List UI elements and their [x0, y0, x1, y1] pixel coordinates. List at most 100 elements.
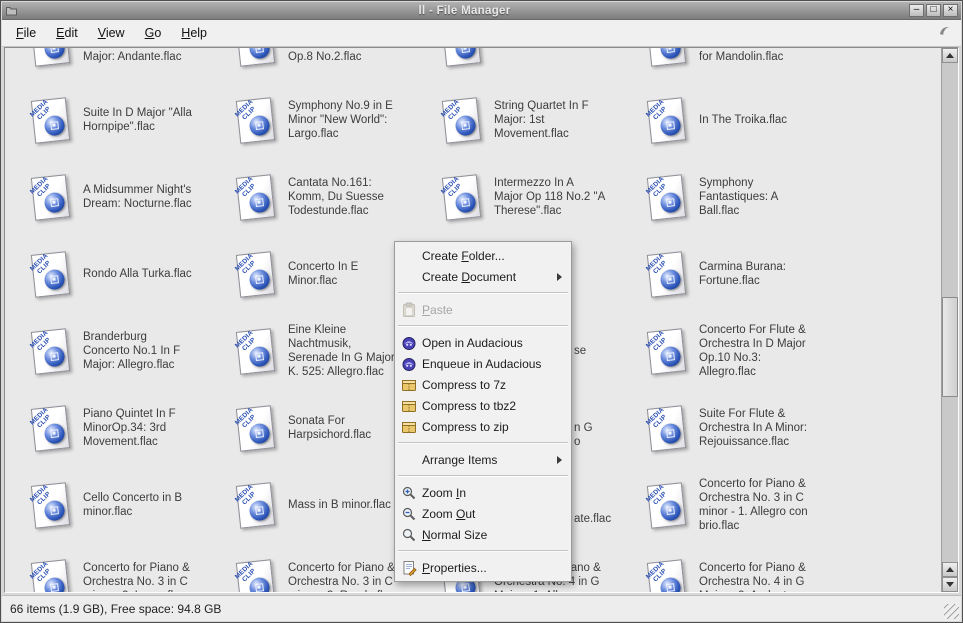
- media-clip-emblem: [660, 115, 682, 137]
- menu-item-open-in-audacious[interactable]: Open in Audacious: [396, 332, 570, 353]
- file-page: MEDIA CLIP: [647, 482, 686, 528]
- menu-item-compress-to-tbz2[interactable]: Compress to tbz2: [396, 395, 570, 416]
- film-frame-icon: [50, 198, 59, 207]
- film-frame-icon: [666, 429, 675, 438]
- paste-icon: [400, 302, 417, 318]
- film-frame-icon: [461, 48, 470, 53]
- menu-icon-placeholder: [400, 452, 417, 468]
- file-item[interactable]: MEDIA CLIPCantata No.161:Komm, Du Suesse…: [235, 174, 384, 220]
- file-item[interactable]: MEDIA CLIPCello Concerto in Bminor.flac: [30, 482, 182, 528]
- menu-view[interactable]: View: [88, 21, 135, 45]
- file-item[interactable]: MEDIA CLIPMajor: Andante.flac: [30, 48, 181, 66]
- menu-edit[interactable]: Edit: [46, 21, 88, 45]
- menu-item-enqueue-in-audacious[interactable]: Enqueue in Audacious: [396, 353, 570, 374]
- file-label: Intermezzo In AMajor Op 118 No.2 "AThere…: [494, 176, 605, 218]
- file-item[interactable]: MEDIA CLIPOp.8 No.2.flac: [235, 48, 362, 66]
- film-frame-icon: [255, 275, 264, 284]
- file-item[interactable]: MEDIA CLIP Intermezzo In AMajor Op 118 No…: [441, 174, 605, 220]
- input-method-icon[interactable]: [938, 24, 951, 42]
- film-frame-icon: [50, 583, 59, 592]
- film-frame-icon: [666, 121, 675, 130]
- menu-icon-placeholder: [400, 248, 417, 264]
- menu-item-zoom-out[interactable]: Zoom Out: [396, 503, 570, 524]
- file-page: MEDIA CLIP: [31, 328, 70, 374]
- scroll-up-button[interactable]: [942, 48, 958, 63]
- menu-item-properties[interactable]: Properties...: [396, 557, 570, 578]
- menu-item-label: Compress to zip: [422, 420, 564, 434]
- media-clip-file-icon: MEDIA CLIP: [235, 328, 275, 374]
- file-item[interactable]: MEDIA CLIP Symphony No.9 in EMinor "New W…: [235, 97, 393, 143]
- file-item[interactable]: MEDIA CLIPConcerto for Piano &Orchestra …: [235, 559, 395, 592]
- resize-grip[interactable]: [944, 604, 959, 619]
- menu-item-compress-to-zip[interactable]: Compress to zip: [396, 416, 570, 437]
- media-clip-file-icon: MEDIA CLIP: [441, 48, 481, 66]
- titlebar[interactable]: ll - File Manager –□×: [2, 2, 961, 20]
- file-label: A Midsummer Night'sDream: Nocturne.flac: [83, 183, 192, 211]
- menu-item-compress-to-7z[interactable]: Compress to 7z: [396, 374, 570, 395]
- file-item[interactable]: MEDIA CLIPCarmina Burana:Fortune.flac: [646, 251, 786, 297]
- menu-separator: [398, 442, 568, 444]
- properties-icon: [400, 560, 417, 576]
- file-item[interactable]: MEDIA CLIP: [441, 48, 494, 66]
- media-clip-file-icon: MEDIA CLIP: [235, 97, 275, 143]
- file-label-fragment: o: [574, 435, 580, 449]
- file-label: Symphony No.9 in EMinor "New World":Larg…: [288, 99, 393, 141]
- scroll-up-button-bottom[interactable]: [942, 562, 958, 577]
- maximize-button[interactable]: □: [926, 4, 941, 17]
- menu-separator: [398, 475, 568, 477]
- file-item[interactable]: MEDIA CLIP Sonata ForHarpsichord.flac: [235, 405, 371, 451]
- arrow-down-icon: [946, 582, 954, 587]
- file-page: MEDIA CLIP: [647, 328, 686, 374]
- media-clip-file-icon: MEDIA CLIP: [235, 405, 275, 451]
- file-item[interactable]: MEDIA CLIPConcerto In EMinor.flac: [235, 251, 358, 297]
- menu-help[interactable]: Help: [171, 21, 217, 45]
- file-label: Concerto for Piano &Orchestra No. 4 in G…: [699, 561, 806, 592]
- scroll-down-button[interactable]: [942, 577, 958, 592]
- close-button[interactable]: ×: [943, 4, 958, 17]
- menu-go[interactable]: Go: [135, 21, 172, 45]
- media-clip-emblem: [249, 500, 271, 522]
- file-item[interactable]: MEDIA CLIPConcerto for Piano &Orchestra …: [646, 559, 806, 592]
- media-clip-file-icon: MEDIA CLIP: [235, 174, 275, 220]
- file-item[interactable]: MEDIA CLIP In The Troika.flac: [646, 97, 787, 143]
- file-item[interactable]: MEDIA CLIPString Quartet In FMajor: 1stM…: [441, 97, 589, 143]
- media-clip-file-icon: MEDIA CLIP: [646, 97, 686, 143]
- file-item[interactable]: MEDIA CLIPConcerto for Piano &Orchestra …: [646, 482, 808, 528]
- media-clip-emblem: [249, 423, 271, 445]
- file-item[interactable]: MEDIA CLIPSymphonyFantastiques: ABall.fl…: [646, 174, 778, 220]
- film-frame-icon: [255, 583, 264, 592]
- film-frame-icon: [461, 198, 470, 207]
- file-item[interactable]: MEDIA CLIPBranderburgConcerto No.1 In FM…: [30, 328, 180, 374]
- file-page: MEDIA CLIP: [236, 174, 275, 220]
- file-label: In The Troika.flac: [699, 113, 787, 127]
- file-item[interactable]: MEDIA CLIPfor Mandolin.flac: [646, 48, 783, 66]
- menu-item-create-folder[interactable]: Create Folder...: [396, 245, 570, 266]
- menu-item-label: Compress to 7z: [422, 378, 564, 392]
- file-item[interactable]: MEDIA CLIPMass in B minor.flac: [235, 482, 391, 528]
- file-item[interactable]: MEDIA CLIPEine KleineNachtmusik,Serenade…: [235, 328, 397, 374]
- menu-icon-placeholder: [400, 269, 417, 285]
- file-item[interactable]: MEDIA CLIPSuite In D Major "AllaHornpipe…: [30, 97, 192, 143]
- media-clip-file-icon: MEDIA CLIP: [646, 405, 686, 451]
- menu-item-arrange-items[interactable]: Arrange Items: [396, 449, 570, 470]
- file-item[interactable]: MEDIA CLIPConcerto for Piano &Orchestra …: [30, 559, 190, 592]
- file-label: Sonata ForHarpsichord.flac: [288, 414, 371, 442]
- file-label: Rondo Alla Turka.flac: [83, 267, 192, 281]
- menu-file[interactable]: File: [6, 21, 46, 45]
- file-item[interactable]: MEDIA CLIPPiano Quintet In FMinorOp.34: …: [30, 405, 176, 451]
- menu-separator: [398, 292, 568, 294]
- file-item[interactable]: MEDIA CLIPA Midsummer Night'sDream: Noct…: [30, 174, 192, 220]
- file-label-fragment: se: [574, 344, 586, 358]
- file-item[interactable]: MEDIA CLIPSuite For Flute &Orchestra In …: [646, 405, 807, 451]
- menu-item-create-document[interactable]: Create Document: [396, 266, 570, 287]
- menu-item-normal-size[interactable]: Normal Size: [396, 524, 570, 545]
- menu-item-zoom-in[interactable]: Zoom In: [396, 482, 570, 503]
- scrollbar-thumb[interactable]: [942, 297, 958, 397]
- file-item[interactable]: MEDIA CLIPRondo Alla Turka.flac: [30, 251, 192, 297]
- vertical-scrollbar[interactable]: [941, 48, 958, 592]
- media-clip-file-icon: MEDIA CLIP: [646, 482, 686, 528]
- file-item[interactable]: MEDIA CLIPConcerto For Flute &Orchestra …: [646, 328, 806, 374]
- context-menu: Create Folder...Create DocumentPasteOpen…: [394, 241, 572, 582]
- file-page: MEDIA CLIP: [442, 174, 481, 220]
- minimize-button[interactable]: –: [909, 4, 924, 17]
